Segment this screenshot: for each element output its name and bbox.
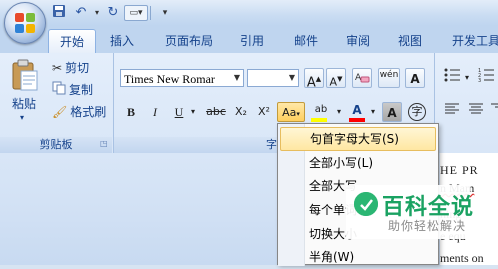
menu-item-sentence-case[interactable]: 句首字母大写(S) xyxy=(280,127,436,151)
cut-label: 剪切 xyxy=(65,61,90,75)
menu-item-label: 句首字母大写(S) xyxy=(310,132,399,146)
qat-separator xyxy=(150,6,151,20)
tab-insert[interactable]: 插入 xyxy=(100,29,144,53)
highlight-dropdown-icon[interactable]: ▾ xyxy=(334,102,344,122)
menu-item-half-width[interactable]: 半角(W) xyxy=(280,245,436,269)
paste-icon[interactable] xyxy=(10,59,42,91)
underline-button[interactable]: U xyxy=(170,102,188,122)
tab-mailings[interactable]: 邮件 xyxy=(286,29,326,53)
copy-button[interactable]: 复制 xyxy=(52,81,93,98)
format-painter-button[interactable]: 🖌 格式刷 xyxy=(52,103,106,120)
font-name-value: Times New Romar xyxy=(124,72,215,86)
tab-view[interactable]: 视图 xyxy=(390,29,430,53)
italic-button[interactable]: I xyxy=(146,102,164,122)
align-right-button[interactable] xyxy=(488,102,498,122)
eraser-icon: A xyxy=(354,73,370,88)
bullets-dropdown-icon[interactable]: ▾ xyxy=(462,68,472,88)
clipboard-dialog-launcher-icon[interactable]: ◳ xyxy=(100,139,108,148)
align-center-button[interactable] xyxy=(466,102,486,122)
bold-button[interactable]: B xyxy=(122,102,140,122)
customize-icon[interactable]: ▭▾ xyxy=(124,5,148,21)
align-left-button[interactable] xyxy=(442,102,462,122)
font-name-combo[interactable]: Times New Romar ▼ xyxy=(120,69,244,87)
menu-item-lowercase[interactable]: 全部小写(L) xyxy=(280,151,436,175)
baike-logo-icon xyxy=(354,192,378,216)
align-center-icon xyxy=(468,103,484,119)
font-size-dropdown-icon[interactable]: ▼ xyxy=(286,70,298,86)
highlighter-icon: ab xyxy=(314,104,328,115)
highlight-button[interactable]: ab xyxy=(308,100,334,122)
bullets-button[interactable] xyxy=(442,68,462,88)
font-name-dropdown-icon[interactable]: ▼ xyxy=(231,70,243,86)
align-right-icon xyxy=(490,103,498,119)
menu-item-label: 全部小写(L) xyxy=(309,156,374,170)
tab-references[interactable]: 引用 xyxy=(232,29,272,53)
font-size-combo[interactable]: ▼ xyxy=(247,69,299,87)
font-color-button[interactable]: A xyxy=(346,100,368,122)
tab-page-layout[interactable]: 页面布局 xyxy=(158,29,220,53)
font-color-icon: A xyxy=(352,103,362,117)
paste-label: 粘贴 xyxy=(12,97,37,111)
tab-developer[interactable]: 开发工具 xyxy=(446,29,498,53)
watermark-subtitle: 助你轻松解决 xyxy=(388,219,467,233)
numbering-button[interactable]: 123 xyxy=(476,68,496,88)
tab-home[interactable]: 开始 xyxy=(48,29,96,54)
grow-font-button[interactable]: A▲ xyxy=(304,68,324,91)
doc-line: ments on xyxy=(440,251,484,265)
superscript-button[interactable]: X² xyxy=(254,102,274,122)
shrink-font-icon: A xyxy=(329,75,338,89)
phonetic-guide-icon: wén xyxy=(379,70,399,80)
paste-button[interactable]: 粘贴 xyxy=(12,95,36,112)
grow-font-icon: A xyxy=(306,75,316,91)
clear-formatting-button[interactable]: A xyxy=(352,68,372,88)
highlight-color-swatch xyxy=(311,118,327,122)
enclose-characters-button[interactable]: 字 xyxy=(406,102,428,122)
phonetic-guide-button[interactable]: wén xyxy=(378,68,400,88)
cut-button[interactable]: ✂ 剪切 xyxy=(52,59,89,76)
align-left-icon xyxy=(444,103,460,119)
save-icon[interactable] xyxy=(50,4,68,22)
format-painter-label: 格式刷 xyxy=(70,105,107,119)
numbered-list-icon: 123 xyxy=(478,68,494,85)
menu-item-label: 半角(W) xyxy=(309,250,355,264)
scissors-icon: ✂ xyxy=(52,60,63,75)
office-logo-icon xyxy=(15,13,35,33)
paste-dropdown-icon[interactable]: ▾ xyxy=(20,113,24,122)
qat-more-icon[interactable]: ▾ xyxy=(156,4,174,22)
tab-review[interactable]: 审阅 xyxy=(338,29,378,53)
brush-icon: 🖌 xyxy=(52,104,68,119)
font-color-dropdown-icon[interactable]: ▾ xyxy=(368,102,378,122)
font-color-swatch xyxy=(349,118,365,122)
change-case-button[interactable]: Aa▾ xyxy=(277,102,305,122)
copy-icon xyxy=(52,81,66,98)
character-border-icon: A xyxy=(410,72,420,86)
quick-access-toolbar: ↶ ▾ ↻ ▭▾ ▾ xyxy=(46,4,176,22)
change-case-icon: Aa xyxy=(282,106,297,119)
redo-icon[interactable]: ↻ xyxy=(104,4,122,22)
copy-label: 复制 xyxy=(69,83,94,97)
office-button[interactable] xyxy=(4,2,46,44)
clipboard-group-label: 剪贴板 xyxy=(0,137,112,153)
baike-watermark: 百科全说 助你轻松解决 xyxy=(346,185,473,239)
shrink-font-button[interactable]: A▼ xyxy=(326,68,346,89)
strikethrough-button[interactable]: abc xyxy=(204,102,228,122)
character-shading-button[interactable]: A xyxy=(382,102,402,122)
svg-text:3: 3 xyxy=(478,78,481,82)
doc-line: HE PR xyxy=(440,163,479,177)
enclose-characters-icon: 字 xyxy=(408,103,426,121)
character-shading-icon: A xyxy=(387,106,397,120)
subscript-button[interactable]: X₂ xyxy=(230,102,252,122)
character-border-button[interactable]: A xyxy=(405,68,425,88)
underline-dropdown-icon[interactable]: ▾ xyxy=(188,102,198,122)
ribbon-tab-row: 开始 插入 页面布局 引用 邮件 审阅 视图 开发工具 xyxy=(0,26,498,54)
bullet-list-icon xyxy=(444,68,460,85)
